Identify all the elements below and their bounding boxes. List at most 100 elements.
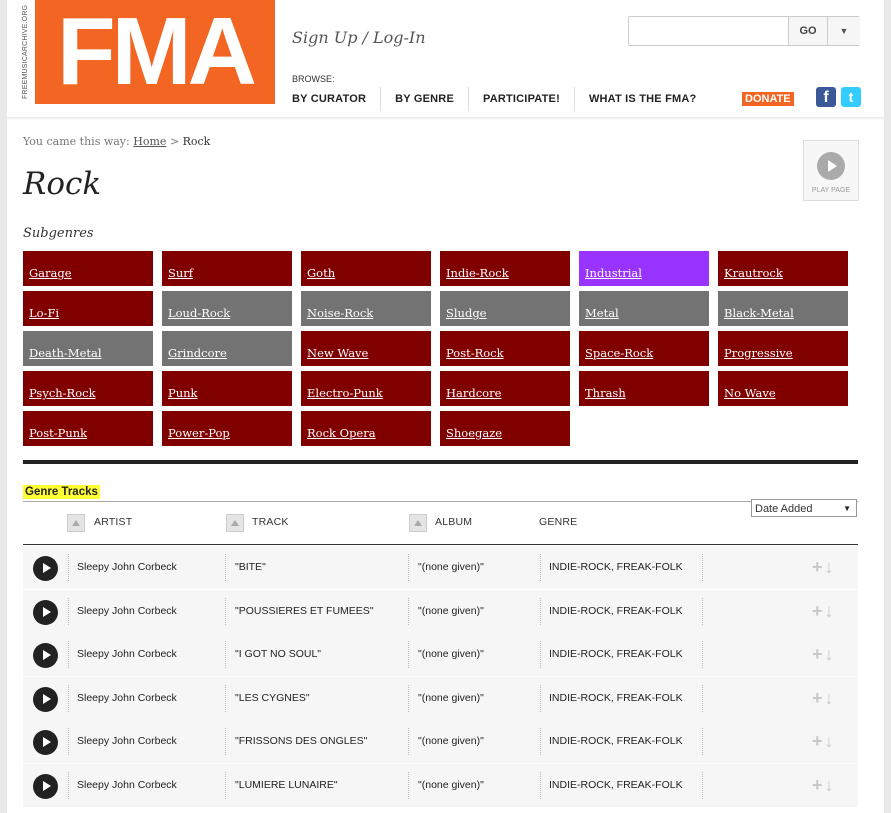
sort-select[interactable]: Date Added ▼ [751,499,857,517]
nav-participate[interactable]: PARTICIPATE! [467,87,574,111]
sort-album-button[interactable] [409,514,427,532]
donate-button[interactable]: DONATE [742,92,794,106]
facebook-icon[interactable]: f [816,87,836,107]
twitter-icon[interactable]: t [841,87,861,107]
subgenre-tile-death-metal[interactable]: Death-Metal [23,331,153,366]
main-nav: BY CURATOR BY GENRE PARTICIPATE! WHAT IS… [292,86,710,112]
track-genre[interactable]: INDIE-ROCK, FREAK-FOLK [549,633,683,676]
subgenre-tile-new-wave[interactable]: New Wave [301,331,431,366]
track-title[interactable]: "BITE" [235,546,266,589]
track-title[interactable]: "I GOT NO SOUL" [235,633,321,676]
download-icon[interactable]: ↓ [825,775,836,795]
cell-separator [540,641,541,669]
play-track-icon[interactable] [33,599,58,625]
subgenre-tile-black-metal[interactable]: Black-Metal [718,291,848,326]
chevron-down-icon[interactable]: ▼ [827,17,860,45]
track-album[interactable]: "(none given)" [418,546,484,589]
cell-separator [408,728,409,756]
track-album[interactable]: "(none given)" [418,764,484,807]
search-input[interactable] [629,17,792,43]
download-icon[interactable]: ↓ [825,557,836,577]
subgenre-tile-post-punk[interactable]: Post-Punk [23,411,153,446]
track-album[interactable]: "(none given)" [418,590,484,633]
subgenre-tile-sludge[interactable]: Sludge [440,291,570,326]
add-to-playlist-icon[interactable]: + [812,601,825,621]
play-track-icon[interactable] [33,774,58,799]
subgenre-tile-noise-rock[interactable]: Noise-Rock [301,291,431,326]
login-link[interactable]: Log-In [373,28,426,47]
subgenre-tile-hardcore[interactable]: Hardcore [440,371,570,406]
track-artist[interactable]: Sleepy John Corbeck [77,633,177,676]
nav-by-curator[interactable]: BY CURATOR [292,87,380,111]
col-artist: ARTIST [94,516,133,528]
nav-by-genre[interactable]: BY GENRE [380,87,468,111]
subgenre-tile-electro-punk[interactable]: Electro-Punk [301,371,431,406]
subgenre-tile-shoegaze[interactable]: Shoegaze [440,411,570,446]
breadcrumb-home-link[interactable]: Home [133,135,166,148]
subgenre-tile-lo-fi[interactable]: Lo-Fi [23,291,153,326]
subgenre-tile-garage[interactable]: Garage [23,251,153,286]
play-track-icon[interactable] [33,730,58,756]
subgenre-tile-thrash[interactable]: Thrash [579,371,709,406]
track-genre[interactable]: INDIE-ROCK, FREAK-FOLK [549,677,683,720]
fma-logo[interactable]: FMA [35,0,275,104]
add-to-playlist-icon[interactable]: + [812,557,825,577]
subgenres-heading: Subgenres [23,226,94,241]
subgenre-tile-loud-rock[interactable]: Loud-Rock [162,291,292,326]
download-icon[interactable]: ↓ [825,601,836,621]
nav-what-is-fma[interactable]: WHAT IS THE FMA? [573,87,710,111]
add-to-playlist-icon[interactable]: + [812,644,825,664]
subgenre-tile-no-wave[interactable]: No Wave [718,371,848,406]
track-artist[interactable]: Sleepy John Corbeck [77,764,177,807]
subgenre-tile-metal[interactable]: Metal [579,291,709,326]
play-page-button[interactable]: PLAY PAGE [803,140,859,201]
subgenre-tile-punk[interactable]: Punk [162,371,292,406]
add-to-playlist-icon[interactable]: + [812,731,825,751]
track-album[interactable]: "(none given)" [418,720,484,763]
track-title[interactable]: "POUSSIERES ET FUMEES" [235,590,374,633]
cell-separator [408,684,409,712]
download-icon[interactable]: ↓ [825,644,836,664]
track-artist[interactable]: Sleepy John Corbeck [77,720,177,763]
add-to-playlist-icon[interactable]: + [812,775,825,795]
subgenre-tile-grindcore[interactable]: Grindcore [162,331,292,366]
subgenre-tile-post-rock[interactable]: Post-Rock [440,331,570,366]
subgenre-tile-indie-rock[interactable]: Indie-Rock [440,251,570,286]
sort-artist-button[interactable] [67,514,85,532]
play-track-icon[interactable] [33,686,58,712]
track-album[interactable]: "(none given)" [418,677,484,720]
sort-track-button[interactable] [226,514,244,532]
track-title[interactable]: "LES CYGNES" [235,677,310,720]
track-genre[interactable]: INDIE-ROCK, FREAK-FOLK [549,764,683,807]
track-title[interactable]: "FRISSONS DES ONGLES" [235,720,367,763]
cell-separator [68,641,69,669]
track-genre[interactable]: INDIE-ROCK, FREAK-FOLK [549,720,683,763]
search-go-button[interactable]: GO [788,17,827,45]
subgenre-tile-progressive[interactable]: Progressive [718,331,848,366]
track-genre[interactable]: INDIE-ROCK, FREAK-FOLK [549,546,683,589]
subgenre-tile-psych-rock[interactable]: Psych-Rock [23,371,153,406]
play-track-icon[interactable] [33,556,58,581]
signup-link[interactable]: Sign Up [292,28,357,47]
track-artist[interactable]: Sleepy John Corbeck [77,677,177,720]
track-album[interactable]: "(none given)" [418,633,484,676]
cell-separator [702,554,703,581]
track-genre[interactable]: INDIE-ROCK, FREAK-FOLK [549,590,683,633]
subgenre-tile-space-rock[interactable]: Space-Rock [579,331,709,366]
subgenre-tile-rock-opera[interactable]: Rock Opera [301,411,431,446]
subgenre-tile-krautrock[interactable]: Krautrock [718,251,848,286]
track-artist[interactable]: Sleepy John Corbeck [77,590,177,633]
subgenre-tile-surf[interactable]: Surf [162,251,292,286]
subgenre-tile-power-pop[interactable]: Power-Pop [162,411,292,446]
add-to-playlist-icon[interactable]: + [812,688,825,708]
sort-select-value: Date Added [755,503,813,515]
cell-separator [225,554,226,581]
cell-separator [702,641,703,669]
download-icon[interactable]: ↓ [825,688,836,708]
download-icon[interactable]: ↓ [825,731,836,751]
track-artist[interactable]: Sleepy John Corbeck [77,546,177,589]
play-track-icon[interactable] [33,643,58,669]
subgenre-tile-industrial[interactable]: Industrial [579,251,709,286]
subgenre-tile-goth[interactable]: Goth [301,251,431,286]
track-title[interactable]: "LUMIERE LUNAIRE" [235,764,338,807]
